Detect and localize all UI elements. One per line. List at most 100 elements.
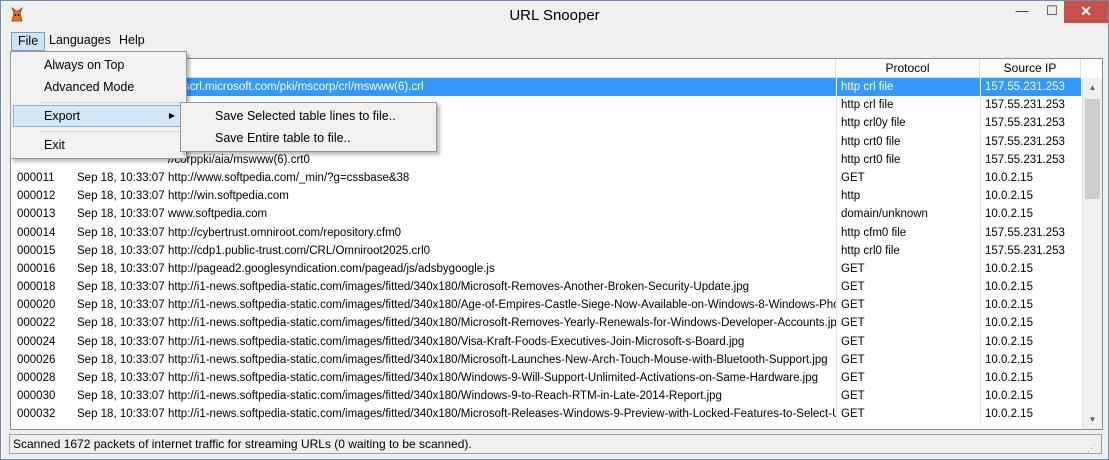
cell-url: http://i1-news.softpedia-static.com/imag… [168,335,745,348]
cell-protocol: GET [836,278,980,297]
cell-protocol: GET [836,369,980,387]
table-row[interactable]: 000020 Sep 18, 10:33:07 http://i1-news.sof… [11,296,1081,315]
vertical-scrollbar[interactable]: ▲ ▼ [1082,78,1102,429]
cell-time: Sep 18, 10:33:07 [77,226,165,239]
cell-url: http://i1-news.softpedia-static.com/imag… [168,372,819,384]
table-row[interactable]: 000011 Sep 18, 10:33:07 http://www.softped… [11,168,1081,187]
cell-id: 000014 [17,226,56,239]
cell-id: 000030 [17,390,56,403]
menu-file[interactable]: File [11,32,46,51]
cell-time: Sep 18, 10:33:07 [77,208,165,221]
header-source-ip[interactable]: Source IP [980,59,1081,78]
cell-time: Sep 18, 10:33:07 [77,408,165,421]
cell-source-ip: 157.55.231.253 [980,96,1080,115]
cell-source-ip: 10.0.2.15 [980,259,1080,278]
title-bar: URL Snooper — ☐ ✕ [1,1,1108,31]
cell-id: 000016 [17,262,56,275]
scroll-up-icon[interactable]: ▲ [1083,79,1102,96]
table-row[interactable]: 000032 Sep 18, 10:33:07 http://i1-news.sof… [11,405,1081,424]
cell-protocol: http crl file [836,96,980,115]
cell-id: 000032 [17,408,56,421]
maximize-button[interactable]: ☐ [1037,1,1067,23]
cell-url: www.softpedia.com [168,208,268,221]
table-row[interactable]: 000024 Sep 18, 10:33:07 http://i1-news.sof… [11,332,1081,351]
cell-protocol: http crt0 file [836,132,980,151]
menu-item-export[interactable]: Export ▶ [13,105,184,127]
cell-url: http://i1-news.softpedia-static.com/imag… [168,390,722,403]
table-row[interactable]: 000016 Sep 18, 10:33:07 http://pagead2.goo… [11,259,1081,278]
cell-source-ip: 10.0.2.15 [980,332,1080,351]
cell-protocol: http crl file [836,78,980,96]
cell-id: 000012 [17,190,56,203]
resize-grip-icon[interactable]: ⋰ [1087,439,1099,453]
cell-url: http://pagead2.googlesyndication.com/pag… [168,262,495,275]
header-protocol[interactable]: Protocol [836,59,980,78]
cell-url: http://i1-news.softpedia-static.com/imag… [168,281,750,294]
cell-url: //mscrl.microsoft.com/pki/mscorp/crl/msw… [168,81,424,93]
cell-id: 000024 [17,335,56,348]
cell-protocol: domain/unknown [836,205,980,224]
cell-source-ip: 10.0.2.15 [980,314,1080,333]
menu-bar: File Languages Help [1,31,1108,51]
cell-id: 000015 [17,244,56,257]
table-row[interactable]: 000030 Sep 18, 10:33:07 http://i1-news.sof… [11,387,1081,406]
table-row[interactable]: 000028 Sep 18, 10:33:07 http://i1-news.sof… [11,369,1081,387]
table-row[interactable]: 000026 Sep 18, 10:33:07 http://i1-news.sof… [11,350,1081,369]
menu-item-save-selected[interactable]: Save Selected table lines to file.. [183,105,434,127]
app-window: URL Snooper — ☐ ✕ File Languages Help Pr… [0,0,1109,460]
cell-source-ip: 10.0.2.15 [980,168,1080,187]
minimize-button[interactable]: — [1007,1,1037,23]
cell-time: Sep 18, 10:33:07 [77,353,165,366]
cell-id: 000020 [17,299,56,312]
menu-item-exit[interactable]: Exit [13,134,184,156]
menu-help[interactable]: Help [113,32,151,51]
cell-time: Sep 18, 10:33:07 [77,262,165,275]
scroll-thumb[interactable] [1085,99,1100,199]
cell-protocol: GET [836,168,980,187]
scroll-down-icon[interactable]: ▼ [1083,411,1102,428]
cell-url: http://i1-news.softpedia-static.com/imag… [168,353,828,366]
table-row[interactable]: 000012 Sep 18, 10:33:07 http://win.softped… [11,187,1081,206]
cell-source-ip: 157.55.231.253 [980,223,1080,242]
cell-time: Sep 18, 10:33:07 [77,335,165,348]
cell-url: http://win.softpedia.com [168,190,289,203]
cell-time: Sep 18, 10:33:07 [77,390,165,403]
cell-url: http://cdp1.public-trust.com/CRL/Omniroo… [168,244,431,257]
window-title: URL Snooper [509,7,600,24]
cell-protocol: GET [836,296,980,315]
cell-protocol: http crl0 file [836,241,980,260]
cell-source-ip: 10.0.2.15 [980,296,1080,315]
cell-protocol: http cfm0 file [836,223,980,242]
file-menu-dropdown: Always on Top Advanced Mode Export ▶ Exi… [10,51,187,159]
menu-item-always-on-top[interactable]: Always on Top [13,54,184,76]
menu-languages[interactable]: Languages [43,32,117,51]
cell-url: //corppki/aia/mswww(6).crt0 [168,153,310,166]
cell-source-ip: 157.55.231.253 [980,78,1080,96]
cell-time: Sep 18, 10:33:07 [77,171,165,184]
cell-source-ip: 157.55.231.253 [980,114,1080,133]
menu-item-advanced-mode[interactable]: Advanced Mode [13,76,184,98]
table-row[interactable]: 000015 Sep 18, 10:33:07 http://cdp1.public… [11,241,1081,260]
close-button[interactable]: ✕ [1064,1,1108,23]
cell-protocol: GET [836,387,980,406]
cell-url: http://cybertrust.omniroot.com/repositor… [168,226,402,239]
cell-url: http://i1-news.softpedia-static.com/imag… [168,408,836,421]
cell-source-ip: 157.55.231.253 [980,241,1080,260]
cell-time: Sep 18, 10:33:07 [77,244,165,257]
table-row[interactable]: 000018 Sep 18, 10:33:07 http://i1-news.sof… [11,278,1081,297]
cell-id: 000022 [17,317,56,330]
export-submenu: Save Selected table lines to file.. Save… [180,102,437,152]
cell-id: 000013 [17,208,56,221]
table-row[interactable]: 000014 Sep 18, 10:33:07 http://cybertrust.… [11,223,1081,242]
cell-protocol: GET [836,314,980,333]
cell-source-ip: 10.0.2.15 [980,187,1080,206]
cell-protocol: GET [836,405,980,424]
cell-protocol: http crt0 file [836,150,980,169]
cell-source-ip: 10.0.2.15 [980,369,1080,387]
table-row[interactable]: 000022 Sep 18, 10:33:07 http://i1-news.sof… [11,314,1081,333]
table-row[interactable]: 000013 Sep 18, 10:33:07 www.softpedia.com d… [11,205,1081,224]
cell-protocol: GET [836,332,980,351]
menu-item-save-entire[interactable]: Save Entire table to file.. [183,127,434,149]
cell-source-ip: 10.0.2.15 [980,405,1080,424]
cell-source-ip: 10.0.2.15 [980,387,1080,406]
